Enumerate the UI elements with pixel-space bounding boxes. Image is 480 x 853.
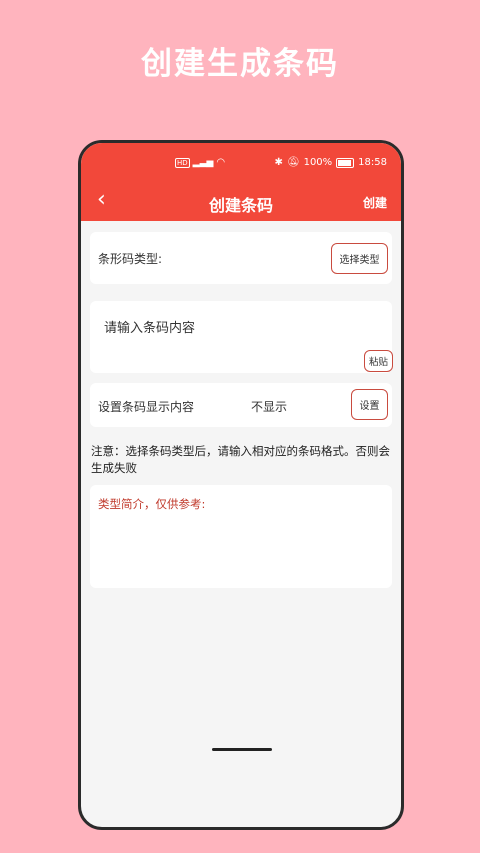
type-intro-label: 类型简介，仅供参考:: [98, 497, 206, 511]
barcode-type-label: 条形码类型:: [98, 252, 163, 266]
clock: 18:58: [358, 157, 387, 168]
display-setting-value: 不显示: [251, 400, 288, 414]
bluetooth-icon: ✱: [274, 157, 283, 168]
page-title: 创建条码: [208, 196, 273, 215]
paste-button[interactable]: 粘贴: [364, 350, 393, 372]
battery-text: 100%: [303, 157, 333, 168]
content-input[interactable]: 请输入条码内容: [104, 317, 344, 336]
create-button[interactable]: 创建: [363, 194, 387, 211]
nav-bar: ‹ 创建条码 创建: [81, 187, 401, 217]
phone-frame: HD ▂▃▅ ◠ ✱ 🔕︎ 100% 18:58 ‹ 创建条码 创建 条形码类型…: [78, 140, 404, 830]
signal-icon: ▂▃▅: [192, 157, 214, 168]
status-left: HD ▂▃▅ ◠: [175, 157, 225, 168]
status-right: ✱ 🔕︎ 100% 18:58: [274, 157, 387, 168]
wifi-icon: ◠: [216, 157, 226, 168]
home-indicator[interactable]: [212, 748, 272, 751]
note-text: 注意：选择条码类型后，请输入相对应的条码格式。否则会生成失败: [91, 444, 390, 475]
type-intro-card: 类型简介，仅供参考:: [90, 485, 392, 588]
hd-icon: HD: [175, 157, 190, 168]
barcode-type-card: 条形码类型: 选择类型: [90, 232, 392, 284]
display-setting-card: 设置条码显示内容 不显示 设置: [90, 383, 392, 427]
content-input-card: 请输入条码内容 粘贴: [90, 301, 393, 373]
display-setting-label: 设置条码显示内容: [98, 400, 195, 414]
mute-icon: 🔕︎: [286, 157, 300, 168]
set-button[interactable]: 设置: [351, 389, 388, 420]
promo-title: 创建生成条码: [141, 46, 339, 82]
battery-icon: [336, 157, 355, 168]
status-bar: HD ▂▃▅ ◠ ✱ 🔕︎ 100% 18:58: [81, 157, 401, 175]
app-header: HD ▂▃▅ ◠ ✱ 🔕︎ 100% 18:58 ‹ 创建条码 创建: [81, 143, 401, 221]
select-type-button[interactable]: 选择类型: [331, 243, 388, 274]
